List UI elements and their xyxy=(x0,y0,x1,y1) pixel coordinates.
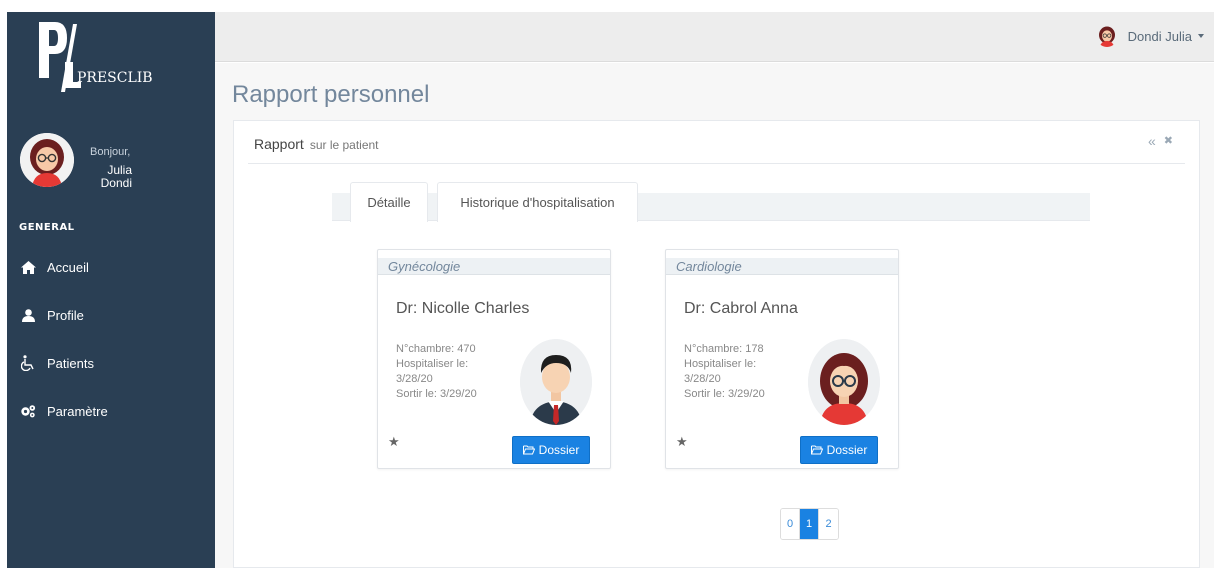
sidebar-item-label: Patients xyxy=(47,355,94,371)
card-info: N°chambre: 178 Hospitaliser le: 3/28/20 … xyxy=(684,342,794,402)
page-link-0[interactable]: 0 xyxy=(781,509,800,539)
user-last-name: Dondi xyxy=(100,176,132,190)
greeting: Bonjour, xyxy=(90,146,131,158)
card-specialty: Cardiologie xyxy=(666,258,898,275)
tab-bar: Détaille Historique d'hospitalisation xyxy=(332,182,1090,222)
card-hosp-label: Hospitaliser le: xyxy=(684,358,757,370)
panel-title: Rapport sur le patient xyxy=(254,136,379,152)
card-room: N°chambre: 470 xyxy=(396,343,476,355)
avatar xyxy=(1095,25,1118,47)
user-menu-name: Dondi Julia xyxy=(1127,28,1192,44)
card-hosp-date: 3/28/20 xyxy=(684,373,721,385)
sidebar: PRESCLIB Bonjour, Julia Dondi GENERAL Ac… xyxy=(7,12,215,568)
app-logo[interactable]: PRESCLIB xyxy=(37,18,187,92)
divider xyxy=(248,163,1185,164)
page-link-2[interactable]: 2 xyxy=(819,509,838,539)
star-icon[interactable]: ★ xyxy=(676,434,688,450)
report-panel: Rapport sur le patient « ✖ Détaille Histo… xyxy=(233,120,1200,568)
male-doctor-avatar xyxy=(520,339,592,425)
tab-historique-hospitalisation[interactable]: Historique d'hospitalisation xyxy=(437,182,638,222)
wheelchair-icon xyxy=(19,355,37,371)
dossier-button-label: Dossier xyxy=(826,443,868,457)
card-room: N°chambre: 178 xyxy=(684,343,764,355)
page-title: Rapport personnel xyxy=(232,81,430,108)
card-hosp-date: 3/28/20 xyxy=(396,373,433,385)
folder-open-icon xyxy=(810,445,823,455)
sidebar-item-label: Paramètre xyxy=(47,403,108,419)
female-avatar-icon xyxy=(1098,26,1115,47)
nav-section-title: GENERAL xyxy=(19,222,75,233)
dossier-button[interactable]: Dossier xyxy=(512,436,590,464)
user-menu[interactable]: Dondi Julia xyxy=(1095,25,1204,47)
chevron-down-icon xyxy=(1198,34,1204,38)
sidebar-item-label: Profile xyxy=(47,307,84,323)
sidebar-item-parametre[interactable]: Paramètre xyxy=(19,399,108,423)
card-exit-date: Sortir le: 3/29/20 xyxy=(684,388,765,400)
home-icon xyxy=(19,260,37,274)
gears-icon xyxy=(19,404,37,418)
avatar xyxy=(20,133,74,187)
sidebar-item-patients[interactable]: Patients xyxy=(19,351,94,375)
page-link-1[interactable]: 1 xyxy=(800,509,819,539)
dossier-button[interactable]: Dossier xyxy=(800,436,878,464)
collapse-icon[interactable]: « xyxy=(1148,133,1156,149)
card-doctor-name: Dr: Cabrol Anna xyxy=(684,300,798,317)
folder-open-icon xyxy=(522,445,535,455)
panel-tools: « ✖ xyxy=(1148,133,1173,149)
pagination: 0 1 2 xyxy=(780,508,839,540)
card-doctor-name: Dr: Nicolle Charles xyxy=(396,300,530,317)
female-doctor-avatar xyxy=(808,339,880,425)
card-exit-date: Sortir le: 3/29/20 xyxy=(396,388,477,400)
main-content: Rapport personnel Rapport sur le patient … xyxy=(215,63,1214,568)
user-name: Julia Dondi xyxy=(90,164,132,190)
card-info: N°chambre: 470 Hospitaliser le: 3/28/20 … xyxy=(396,342,506,402)
female-avatar-icon xyxy=(20,133,74,187)
card-hosp-label: Hospitaliser le: xyxy=(396,358,469,370)
doctor-card: Cardiologie Dr: Cabrol Anna N°chambre: 1… xyxy=(665,249,899,469)
logo-text: PRESCLIB xyxy=(77,70,153,86)
tab-detaille[interactable]: Détaille xyxy=(350,182,428,222)
panel-title-text: Rapport xyxy=(254,136,304,152)
dossier-button-label: Dossier xyxy=(538,443,580,457)
user-icon xyxy=(19,308,37,322)
sidebar-item-profile[interactable]: Profile xyxy=(19,303,84,327)
close-icon[interactable]: ✖ xyxy=(1164,133,1173,149)
top-navbar: Dondi Julia xyxy=(215,12,1214,62)
star-icon[interactable]: ★ xyxy=(388,434,400,450)
sidebar-item-accueil[interactable]: Accueil xyxy=(19,255,89,279)
sidebar-item-label: Accueil xyxy=(47,259,89,275)
panel-subtitle: sur le patient xyxy=(309,138,379,152)
card-specialty: Gynécologie xyxy=(378,258,610,275)
doctor-card: Gynécologie Dr: Nicolle Charles N°chambr… xyxy=(377,249,611,469)
